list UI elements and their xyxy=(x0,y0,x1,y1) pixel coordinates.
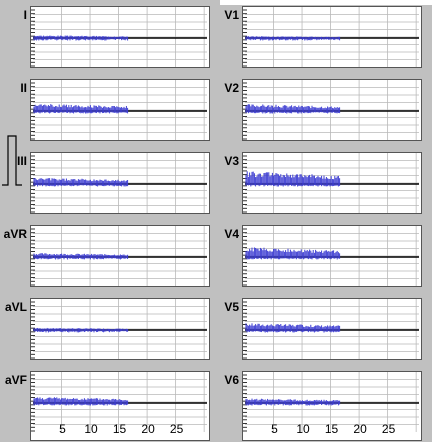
ecg-trace xyxy=(245,323,341,333)
lead-plot-avl xyxy=(31,299,207,359)
x-tick-label: 20 xyxy=(353,422,367,436)
x-tick-label: 5 xyxy=(271,422,278,436)
lead-label-ii: II xyxy=(20,81,27,95)
lead-plot-v5 xyxy=(243,299,419,359)
lead-plot-avr xyxy=(31,226,207,286)
lead-label-avl: aVL xyxy=(4,300,27,314)
ecg-trace xyxy=(33,35,129,41)
lead-plot-v3 xyxy=(243,153,419,213)
ecg-trace xyxy=(245,104,341,114)
lead-panel-v1[interactable] xyxy=(242,6,422,68)
lead-label-v3: V3 xyxy=(224,154,239,168)
ecg-trace xyxy=(33,177,129,187)
chest-leads-column: V1 V2 V3 V4 V5 V6 5 10 15 20 25 xyxy=(215,0,432,442)
lead-panel-avr[interactable] xyxy=(30,225,210,287)
lead-plot-ii xyxy=(31,80,207,140)
ecg-trace xyxy=(33,253,129,260)
x-tick-label: 15 xyxy=(324,422,339,436)
lead-panel-i[interactable] xyxy=(30,6,210,68)
ecg-viewer: I II III aVR aVL aVF 5 10 15 20 25 V1 V2 V3 V4 V5 V6 5 10… xyxy=(0,0,432,442)
lead-panel-v4[interactable] xyxy=(242,225,422,287)
ecg-trace xyxy=(33,397,129,406)
lead-panel-v2[interactable] xyxy=(242,79,422,141)
ecg-trace xyxy=(245,171,341,187)
lead-label-avf: aVF xyxy=(4,373,27,387)
ecg-trace xyxy=(245,247,341,260)
x-tick-label: 20 xyxy=(141,422,155,436)
lead-label-v2: V2 xyxy=(224,81,239,95)
lead-plot-v1 xyxy=(243,7,419,67)
x-tick-label: 10 xyxy=(84,422,98,436)
lead-label-avr: aVR xyxy=(3,227,27,241)
lead-plot-v2 xyxy=(243,80,419,140)
lead-plot-i xyxy=(31,7,207,67)
x-tick-label: 10 xyxy=(296,422,310,436)
lead-label-v1: V1 xyxy=(224,8,239,22)
lead-label-iii: III xyxy=(16,154,27,168)
lead-label-v6: V6 xyxy=(224,373,239,387)
lead-label-v4: V4 xyxy=(224,227,239,241)
lead-plot-v4 xyxy=(243,226,419,286)
x-tick-label: 25 xyxy=(169,422,184,436)
lead-panel-iii[interactable] xyxy=(30,152,210,214)
lead-label-i: I xyxy=(23,8,27,22)
lead-plot-iii xyxy=(31,153,207,213)
ecg-trace xyxy=(245,398,341,406)
lead-panel-avl[interactable] xyxy=(30,298,210,360)
lead-label-v5: V5 xyxy=(224,300,239,314)
lead-panel-v6[interactable]: 5 10 15 20 25 xyxy=(242,371,422,441)
limb-leads-column: I II III aVR aVL aVF 5 10 15 20 25 xyxy=(0,0,220,442)
lead-panel-v3[interactable] xyxy=(242,152,422,214)
lead-panel-avf[interactable]: 5 10 15 20 25 xyxy=(30,371,210,441)
lead-panel-v5[interactable] xyxy=(242,298,422,360)
lead-panel-ii[interactable] xyxy=(30,79,210,141)
x-tick-label: 5 xyxy=(59,422,66,436)
x-tick-label: 15 xyxy=(112,422,127,436)
ecg-trace xyxy=(33,104,129,114)
x-tick-label: 25 xyxy=(381,422,396,436)
